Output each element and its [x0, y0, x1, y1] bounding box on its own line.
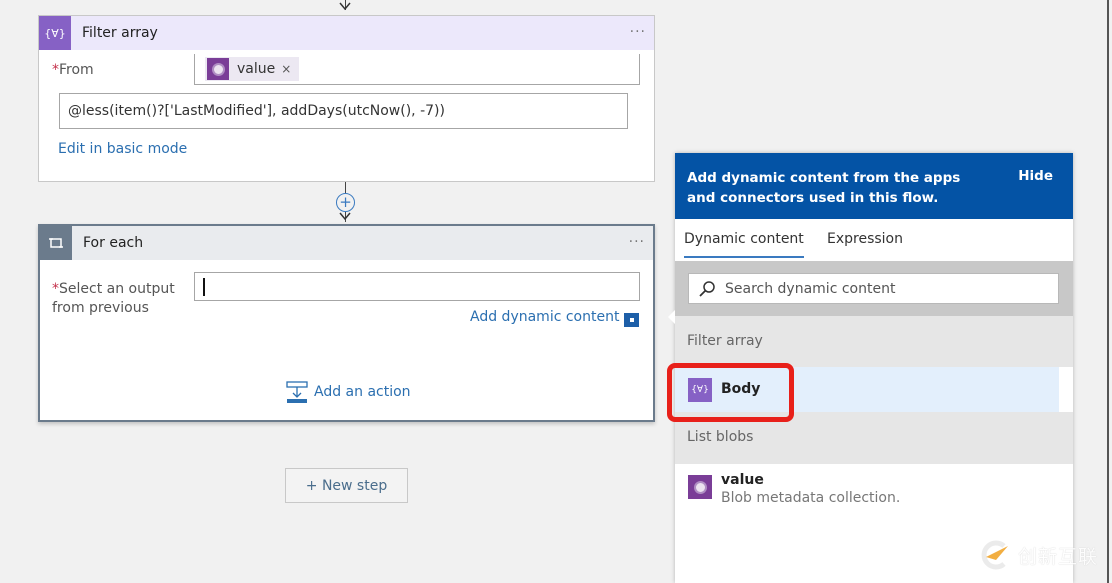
- add-action-icon: [286, 381, 308, 403]
- search-icon: [689, 280, 725, 298]
- highlight-annotation: [667, 363, 794, 422]
- hide-button[interactable]: Hide: [1018, 168, 1053, 184]
- window-edge: [1107, 0, 1109, 583]
- for-each-card: For each ··· *Select an output from prev…: [38, 224, 655, 422]
- filter-array-icon: {∀}: [39, 16, 71, 50]
- filter-array-header[interactable]: {∀} Filter array ···: [39, 16, 654, 50]
- remove-token-icon[interactable]: ×: [281, 62, 291, 76]
- for-each-header[interactable]: For each ···: [40, 226, 653, 260]
- search-dynamic-content-input[interactable]: Search dynamic content: [688, 273, 1059, 304]
- select-output-input[interactable]: [194, 272, 640, 301]
- edit-in-basic-mode-link[interactable]: Edit in basic mode: [58, 141, 187, 157]
- insert-step-button[interactable]: +: [336, 193, 355, 212]
- watermark: 创新互联: [978, 540, 1098, 570]
- blob-storage-icon: [207, 58, 229, 80]
- tab-dynamic-content[interactable]: Dynamic content: [684, 231, 804, 258]
- dynamic-content-header-text: Add dynamic content from the apps and co…: [687, 170, 961, 206]
- watermark-logo-icon: [981, 540, 1008, 570]
- dynamic-content-header: Add dynamic content from the apps and co…: [675, 153, 1073, 219]
- new-step-button[interactable]: + New step: [285, 468, 408, 503]
- add-dynamic-content-link[interactable]: Add dynamic content: [470, 309, 619, 325]
- arrow-down-icon: [339, 2, 351, 11]
- dynamic-item-value[interactable]: value Blob metadata collection.: [675, 464, 1059, 519]
- expression-input[interactable]: @less(item()?['LastModified'], addDays(u…: [59, 93, 628, 129]
- add-an-action-button[interactable]: Add an action: [286, 381, 411, 403]
- filter-array-title: Filter array: [82, 25, 158, 41]
- panel-pointer: [668, 310, 675, 324]
- section-filter-array: Filter array: [675, 316, 1073, 367]
- add-dynamic-content-icon[interactable]: [624, 313, 639, 327]
- for-each-title: For each: [83, 235, 144, 251]
- more-options-icon[interactable]: ···: [629, 234, 645, 250]
- select-output-label: *Select an output from previous: [52, 281, 175, 316]
- search-container: Search dynamic content: [675, 261, 1073, 316]
- tab-expression[interactable]: Expression: [827, 231, 903, 247]
- value-token[interactable]: value ×: [205, 57, 300, 81]
- dynamic-content-tabs: Dynamic content Expression: [675, 219, 1073, 261]
- text-cursor: [203, 277, 205, 296]
- more-options-icon[interactable]: ···: [630, 24, 646, 40]
- from-label: *From: [52, 62, 94, 78]
- blob-storage-icon: [688, 475, 712, 499]
- loop-icon: [40, 226, 72, 260]
- arrow-down-icon: [339, 212, 351, 221]
- filter-array-card: {∀} Filter array ··· *From value × @less…: [38, 15, 655, 182]
